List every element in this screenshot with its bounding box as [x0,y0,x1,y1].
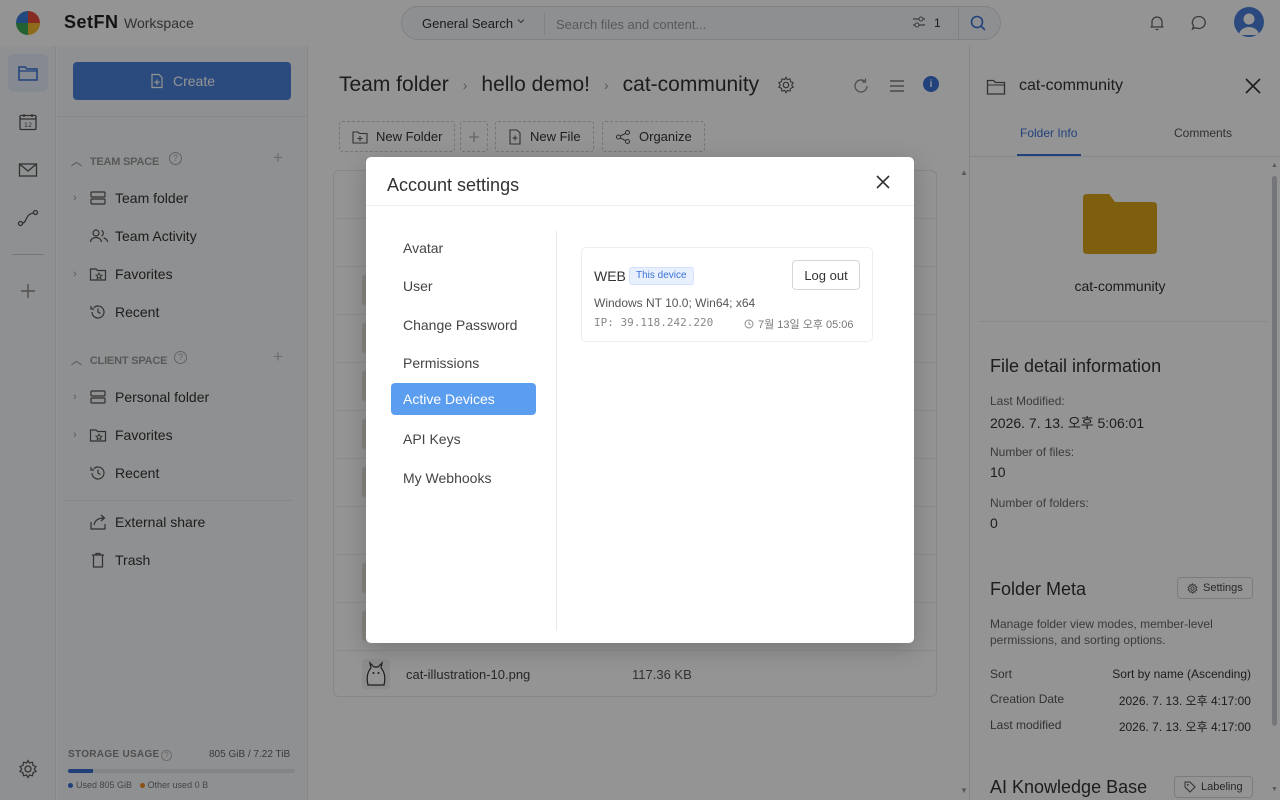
menu-item-user[interactable]: User [391,270,536,302]
menu-item-permissions[interactable]: Permissions [391,347,536,379]
device-ip: IP: 39.118.242.220 [594,316,714,329]
device-last-active: 7월 13일 오후 05:06 [744,316,854,332]
log-out-button[interactable]: Log out [792,260,860,290]
menu-item-active-devices[interactable]: Active Devices [391,383,536,415]
device-os: Windows NT 10.0; Win64; x64 [594,296,756,310]
menu-item-avatar[interactable]: Avatar [391,232,536,264]
device-card: WEB This device Log out Windows NT 10.0;… [581,247,873,342]
this-device-badge: This device [629,267,694,285]
clock-icon [744,319,754,329]
menu-item-change-password[interactable]: Change Password [391,309,536,341]
menu-item-api-keys[interactable]: API Keys [391,423,536,455]
dialog-header-divider [366,205,914,206]
dialog-menu-divider [556,231,557,631]
dialog-title: Account settings [387,175,520,195]
close-icon[interactable] [873,172,893,192]
device-name: WEB [594,268,626,284]
device-time-value: 7월 13일 오후 05:06 [758,319,854,331]
menu-item-webhooks[interactable]: My Webhooks [391,462,536,494]
account-settings-dialog: Account settings Avatar User Change Pass… [366,157,914,643]
